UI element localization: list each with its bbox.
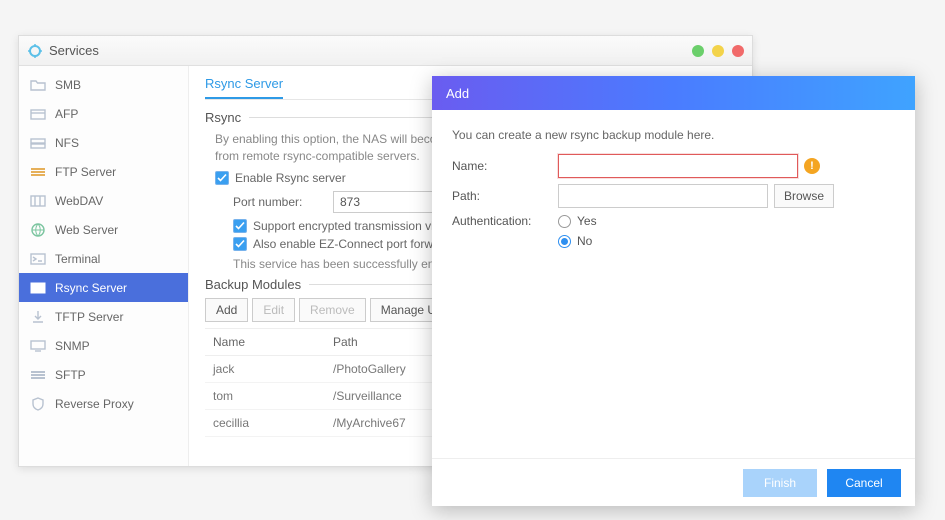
sidebar-item-sftp[interactable]: SFTP [19, 360, 188, 389]
cell-name: cecillia [205, 410, 325, 436]
edit-button[interactable]: Edit [252, 298, 295, 322]
folder-dash-icon [29, 107, 47, 121]
cancel-button[interactable]: Cancel [827, 469, 901, 497]
sidebar-item-label: SFTP [55, 368, 86, 382]
sidebar-item-label: FTP Server [55, 165, 116, 179]
radio-icon [558, 215, 571, 228]
auth-radio-no[interactable]: No [558, 234, 597, 248]
enable-rsync-label: Enable Rsync server [235, 171, 346, 185]
sidebar-item-label: Rsync Server [55, 281, 127, 295]
sidebar-item-rsync-server[interactable]: Rsync Server [19, 273, 188, 302]
globe-icon [29, 223, 47, 237]
path-input[interactable] [558, 184, 768, 208]
radio-label: No [577, 234, 592, 248]
col-name-header[interactable]: Name [205, 329, 325, 355]
radio-icon [558, 235, 571, 248]
services-icon [27, 43, 43, 59]
lock-stack-icon [29, 368, 47, 382]
section-rsync-title: Rsync [205, 110, 241, 125]
add-button[interactable]: Add [205, 298, 248, 322]
monitor-icon [29, 339, 47, 353]
remove-button[interactable]: Remove [299, 298, 366, 322]
folder-icon [29, 78, 47, 92]
dialog-title[interactable]: Add [432, 76, 915, 110]
sidebar-item-reverse-proxy[interactable]: Reverse Proxy [19, 389, 188, 418]
sidebar-item-snmp[interactable]: SNMP [19, 331, 188, 360]
radio-label: Yes [577, 214, 597, 228]
name-input[interactable] [558, 154, 798, 178]
shield-icon [29, 397, 47, 411]
section-modules-title: Backup Modules [205, 277, 301, 292]
check-icon [215, 171, 229, 185]
sidebar-item-label: Reverse Proxy [55, 397, 134, 411]
sidebar-item-label: SMB [55, 78, 81, 92]
add-dialog: Add You can create a new rsync backup mo… [432, 76, 915, 506]
sidebar: SMB AFP NFS FTP Server WebDAV Web Server Termi… [19, 66, 189, 466]
window-title: Services [49, 43, 99, 58]
bars-icon [29, 281, 47, 295]
titlebar[interactable]: Services [19, 36, 752, 66]
download-icon [29, 310, 47, 324]
path-label: Path: [452, 189, 558, 203]
sidebar-item-webdav[interactable]: WebDAV [19, 186, 188, 215]
name-label: Name: [452, 159, 558, 173]
sidebar-item-label: AFP [55, 107, 78, 121]
sidebar-item-label: Terminal [55, 252, 100, 266]
sidebar-item-smb[interactable]: SMB [19, 70, 188, 99]
finish-button[interactable]: Finish [743, 469, 817, 497]
window-close-icon[interactable] [732, 45, 744, 57]
auth-radio-yes[interactable]: Yes [558, 214, 597, 228]
error-icon: ! [804, 158, 820, 174]
sidebar-item-terminal[interactable]: Terminal [19, 244, 188, 273]
check-icon [233, 219, 247, 233]
sidebar-item-label: Web Server [55, 223, 118, 237]
tab-rsync-server[interactable]: Rsync Server [205, 76, 283, 99]
sidebar-item-label: TFTP Server [55, 310, 123, 324]
sidebar-item-ftp-server[interactable]: FTP Server [19, 157, 188, 186]
dialog-desc: You can create a new rsync backup module… [452, 128, 895, 142]
drive-icon [29, 136, 47, 150]
cell-name: tom [205, 383, 325, 409]
sidebar-item-nfs[interactable]: NFS [19, 128, 188, 157]
sidebar-item-afp[interactable]: AFP [19, 99, 188, 128]
window-min-icon[interactable] [692, 45, 704, 57]
sidebar-item-label: NFS [55, 136, 79, 150]
sidebar-item-label: SNMP [55, 339, 90, 353]
stack-icon [29, 165, 47, 179]
check-icon [233, 237, 247, 251]
sidebar-item-web-server[interactable]: Web Server [19, 215, 188, 244]
terminal-icon [29, 252, 47, 266]
columns-icon [29, 194, 47, 208]
cell-name: jack [205, 356, 325, 382]
browse-button[interactable]: Browse [774, 184, 834, 208]
port-input[interactable] [333, 191, 433, 213]
sidebar-item-label: WebDAV [55, 194, 103, 208]
port-label: Port number: [233, 195, 333, 209]
auth-label: Authentication: [452, 214, 558, 228]
window-max-icon[interactable] [712, 45, 724, 57]
sidebar-item-tftp-server[interactable]: TFTP Server [19, 302, 188, 331]
